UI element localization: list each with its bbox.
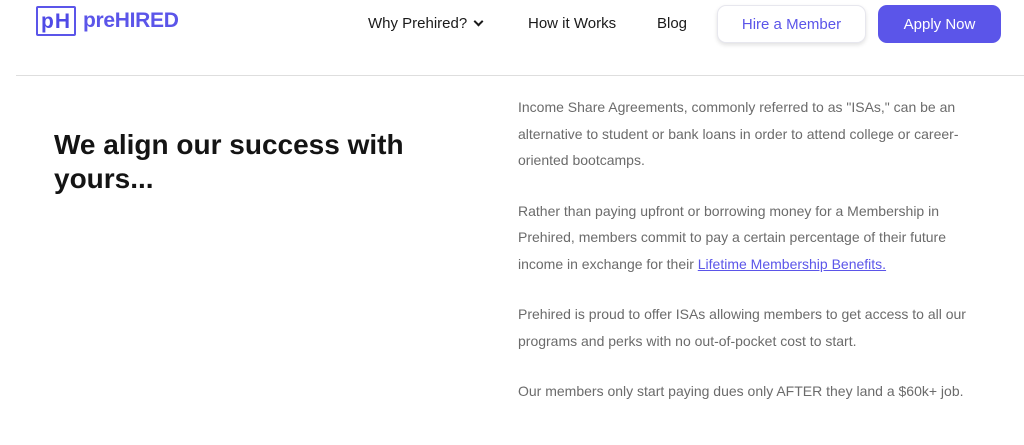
apply-now-button[interactable]: Apply Now bbox=[878, 5, 1001, 43]
nav-how-it-works-label: How it Works bbox=[528, 14, 617, 32]
nav-blog-label: Blog bbox=[657, 14, 688, 32]
hire-a-member-button[interactable]: Hire a Member bbox=[717, 5, 866, 43]
logo-mark-text: pH bbox=[41, 9, 71, 33]
logo[interactable]: pH preHIRED bbox=[36, 6, 179, 36]
lifetime-membership-benefits-link[interactable]: Lifetime Membership Benefits. bbox=[698, 256, 886, 272]
nav-why-prehired[interactable]: Why Prehired? bbox=[368, 0, 484, 46]
page: pH preHIRED Why Prehired? How it Works B… bbox=[0, 0, 1024, 445]
header-divider bbox=[16, 75, 1024, 76]
top-navigation: pH preHIRED Why Prehired? How it Works B… bbox=[0, 0, 1024, 76]
logo-mark: pH bbox=[36, 6, 76, 36]
paragraph-dues: Our members only start paying dues only … bbox=[518, 383, 964, 399]
hire-a-member-label: Hire a Member bbox=[741, 15, 842, 33]
brand-name: preHIRED bbox=[83, 9, 179, 32]
isa-description: Income Share Agreements, commonly referr… bbox=[518, 94, 970, 405]
apply-now-label: Apply Now bbox=[903, 15, 976, 33]
page-headline: We align our success with yours... bbox=[54, 129, 404, 194]
chevron-down-icon bbox=[473, 16, 484, 26]
paragraph-isa-intro: Income Share Agreements, commonly referr… bbox=[518, 99, 959, 168]
nav-why-prehired-label: Why Prehired? bbox=[368, 14, 468, 32]
nav-blog[interactable]: Blog bbox=[657, 0, 687, 46]
paragraph-access: Prehired is proud to offer ISAs allowing… bbox=[518, 306, 966, 349]
nav-how-it-works[interactable]: How it Works bbox=[528, 0, 616, 46]
paragraph-membership: Rather than paying upfront or borrowing … bbox=[518, 198, 970, 278]
